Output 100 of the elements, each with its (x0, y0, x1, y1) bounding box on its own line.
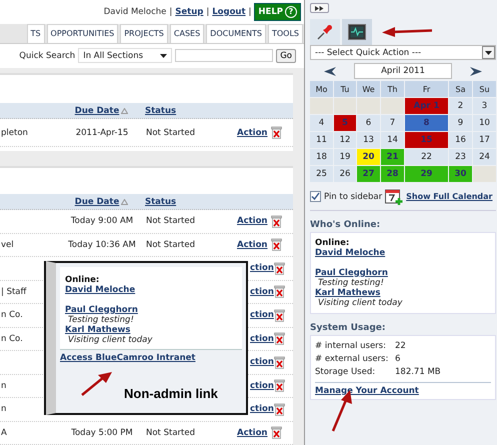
delete-icon[interactable] (271, 126, 282, 140)
calendar-day[interactable]: 28 (381, 166, 404, 182)
month-field: April 2011 (354, 63, 452, 79)
action-link[interactable]: Action (237, 240, 268, 250)
delete-icon[interactable] (271, 214, 282, 228)
delete-icon[interactable] (274, 285, 285, 298)
calendar-day[interactable]: 25 (310, 166, 333, 182)
calendar-day[interactable]: 20 (357, 149, 380, 165)
nav-tab[interactable]: TS (26, 24, 45, 44)
scope-dropdown[interactable]: In All Sections (78, 48, 172, 64)
action-link[interactable]: ction (250, 310, 274, 320)
calendar-day[interactable]: 4 (310, 115, 333, 131)
column-header[interactable]: Status (145, 196, 235, 207)
intranet-link[interactable]: Access BlueCamroo Intranet (60, 353, 196, 364)
user-link[interactable]: David Meloche (65, 285, 136, 296)
calendar-day[interactable]: 13 (357, 132, 380, 148)
delete-icon[interactable] (274, 379, 285, 392)
calendar-day[interactable]: 14 (381, 132, 404, 148)
delete-icon[interactable] (274, 262, 285, 275)
separator: | (169, 6, 172, 17)
action-link[interactable]: ction (250, 286, 274, 297)
user-link[interactable]: Karl Mathews (65, 325, 130, 336)
action-link[interactable]: ction (250, 380, 274, 391)
table-cell: A (1, 428, 7, 438)
stat-label: # internal users: (315, 340, 387, 353)
calendar-day[interactable]: 11 (310, 132, 333, 148)
table-cell: Today 9:00 AM (70, 216, 134, 226)
table-cell: Not Started (146, 428, 195, 438)
nav-tab[interactable]: OPPORTUNITIES (46, 24, 118, 44)
help-button[interactable]: HELP ? (254, 2, 301, 21)
calendar-day[interactable]: 19 (334, 149, 356, 165)
user-status: Testing testing! (67, 315, 135, 326)
stat-value: 22 (395, 340, 406, 353)
sidebar-tab[interactable] (310, 19, 340, 45)
calendar-day[interactable]: 7 (381, 115, 404, 131)
calendar-day[interactable]: 29 (405, 166, 448, 182)
sidebar-tab[interactable] (342, 19, 372, 45)
next-month-icon[interactable] (470, 66, 482, 76)
calendar-day[interactable]: 22 (405, 149, 448, 165)
delete-icon[interactable] (274, 332, 285, 346)
calendar-day[interactable]: 6 (357, 115, 380, 131)
user-link[interactable]: Karl Mathews (315, 288, 380, 298)
quick-action-dropdown[interactable]: --- Select Quick Action --- (310, 45, 496, 60)
user-link[interactable]: Paul Clegghorn (315, 268, 388, 278)
previous-month-icon[interactable] (324, 66, 336, 76)
calendar-day[interactable]: 24 (473, 149, 496, 165)
nav-tab[interactable]: TOOLS (268, 24, 303, 44)
calendar-day[interactable]: 21 (381, 149, 404, 165)
nav-tab[interactable]: PROJECTS (120, 24, 168, 44)
calendar-day[interactable]: 17 (473, 132, 496, 148)
delete-icon[interactable] (271, 238, 282, 252)
dropdown-caret-icon (485, 50, 492, 54)
section-title: System Usage: (310, 323, 387, 333)
expand-button[interactable] (310, 3, 329, 13)
weekday-header: We (357, 81, 380, 97)
action-link[interactable]: Action (237, 428, 268, 438)
delete-icon[interactable] (274, 356, 285, 369)
table-cell: pleton (1, 128, 28, 138)
table-cell: Not Started (146, 216, 195, 226)
nav-tab[interactable]: DOCUMENTS (206, 24, 266, 44)
header-link[interactable]: Setup (175, 6, 204, 17)
column-header[interactable]: Due Date (58, 196, 145, 207)
user-link[interactable]: Paul Clegghorn (65, 305, 138, 316)
calendar-day[interactable]: 10 (473, 115, 496, 131)
pin-checkbox[interactable] (310, 191, 321, 202)
calendar-day[interactable]: 23 (449, 149, 472, 165)
annotation-arrow (80, 371, 114, 398)
user-link[interactable]: David Meloche (315, 248, 386, 258)
action-link[interactable]: Action (237, 216, 268, 226)
action-link[interactable]: Action (237, 128, 268, 138)
separator: | (248, 6, 252, 17)
weekday-header: Th (381, 81, 404, 97)
nav-tab[interactable]: CASES (170, 24, 204, 44)
calendar-day[interactable]: 18 (310, 149, 333, 165)
column-header[interactable]: Due Date (58, 106, 145, 116)
user-status: Testing testing! (317, 278, 385, 288)
action-link[interactable]: ction (250, 357, 274, 368)
calendar-day[interactable]: 30 (449, 166, 472, 182)
calendar-day[interactable]: 26 (334, 166, 356, 182)
full-calendar-link[interactable]: Show Full Calendar (406, 192, 493, 201)
action-link[interactable]: ction (250, 263, 274, 274)
action-link[interactable]: ction (250, 404, 274, 414)
online-heading: Online: (65, 275, 100, 286)
calendar-day[interactable]: 9 (449, 115, 472, 131)
header-link[interactable]: Logout (212, 6, 246, 17)
action-link[interactable]: ction (250, 334, 274, 344)
column-header[interactable]: Status (145, 106, 235, 116)
calendar-day[interactable]: 2 (449, 98, 472, 114)
calendar-day[interactable]: 27 (357, 166, 380, 182)
delete-icon[interactable] (271, 426, 282, 440)
calendar-day[interactable]: 16 (449, 132, 472, 148)
go-button[interactable]: Go (276, 48, 296, 63)
calendar-day[interactable]: 12 (334, 132, 356, 148)
section-title: Who's Online: (310, 220, 382, 230)
delete-icon[interactable] (274, 402, 285, 416)
manage-account-link[interactable]: Manage Your Account (315, 386, 419, 396)
table-cell: | Staff (1, 286, 26, 297)
search-field[interactable] (175, 49, 274, 62)
delete-icon[interactable] (274, 308, 285, 322)
calendar-day[interactable]: 3 (473, 98, 496, 114)
